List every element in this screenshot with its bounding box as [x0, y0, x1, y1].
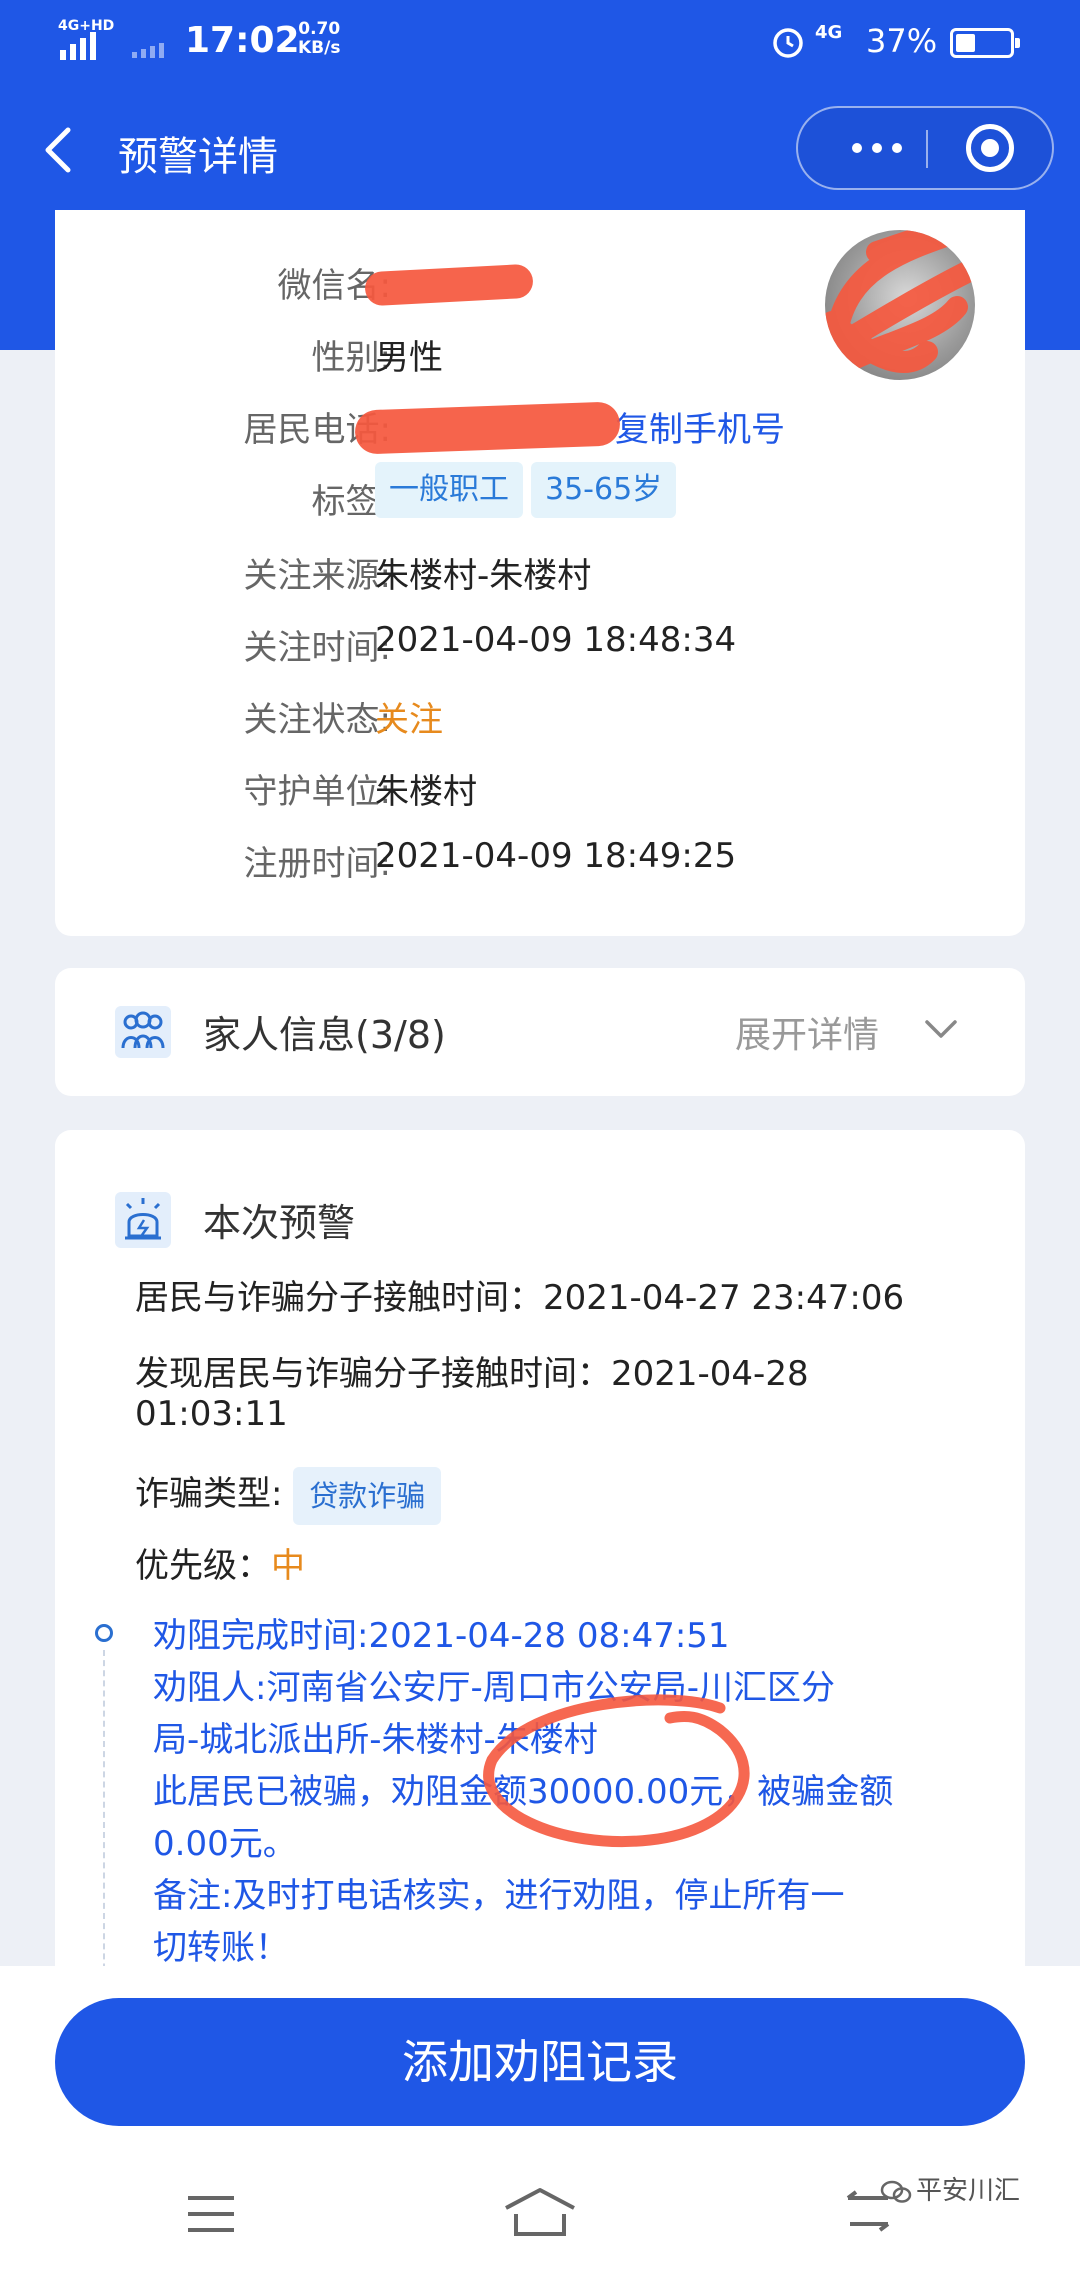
- clock: 17:02: [185, 20, 300, 61]
- tag-list: 一般职工 35-65岁: [375, 462, 684, 518]
- copy-phone-button[interactable]: 复制手机号: [615, 410, 785, 450]
- battery-percent: 37%: [866, 22, 938, 60]
- timeline-item: 备注:及时打电话核实，进行劝阻，停止所有一: [153, 1876, 845, 1916]
- priority-value: 中: [271, 1546, 305, 1586]
- wechat-official-icon: [880, 2180, 912, 2203]
- found-time-line-2: 01:03:11: [135, 1394, 288, 1434]
- timeline-dot: [95, 1624, 113, 1642]
- network-type-2: 4G: [815, 22, 843, 43]
- family-title: 家人信息(3/8): [203, 1013, 446, 1057]
- alert-title: 本次预警: [203, 1201, 356, 1245]
- fraud-type: 诈骗类型: 贷款诈骗: [135, 1466, 442, 1525]
- timeline-item: 0.00元。: [153, 1824, 297, 1864]
- capsule-divider: [926, 130, 928, 168]
- add-dissuasion-record-button[interactable]: 添加劝阻记录: [55, 1998, 1025, 2126]
- redaction-mark: [354, 401, 621, 455]
- watermark: 平安川汇: [880, 2170, 1020, 2207]
- value-phone: 复制手机号: [615, 402, 785, 451]
- row-register-time: 注册时间: 2021-04-09 18:49:25: [243, 836, 737, 884]
- hand-drawn-circle-annotation: [483, 1694, 750, 1847]
- row-follow-time: 关注时间: 2021-04-09 18:48:34: [243, 620, 737, 668]
- value-gender: 男性: [375, 338, 443, 378]
- alarm-icon: [773, 28, 803, 58]
- row-phone: 居民电话: 复制手机号: [55, 394, 1025, 455]
- row-follow-status: 关注状态: 关注: [55, 684, 1025, 744]
- mini-program-capsule: [796, 106, 1054, 190]
- row-follow-source: 关注来源: 朱楼村-朱楼村: [243, 556, 592, 596]
- family-icon: [115, 1006, 171, 1058]
- avatar: [825, 230, 975, 380]
- status-badge: 关注: [375, 700, 443, 740]
- redaction-scribble: [825, 230, 975, 373]
- signal-2-icon: [132, 43, 164, 58]
- row-guard-unit: 守护单位: 朱楼村: [243, 772, 477, 812]
- chevron-down-icon: [925, 1020, 957, 1038]
- timeline-line: [103, 1650, 105, 2010]
- timeline-item: 劝阻完成时间:2021-04-28 08:47:51: [153, 1616, 730, 1656]
- network-speed: 0.70 KB/s: [298, 19, 341, 58]
- tag-item: 一般职工: [375, 462, 523, 518]
- fraud-type-tag: 贷款诈骗: [293, 1466, 442, 1525]
- current-alert-card: 本次预警 居民与诈骗分子接触时间：2021-04-27 23:47:06 发现居…: [55, 1130, 1025, 2010]
- signal-icon: [60, 32, 96, 60]
- status-bar: 4G+HD 17:02 0.70 KB/s 4G 37%: [0, 0, 1080, 90]
- priority: 优先级：中: [135, 1546, 305, 1586]
- tag-item: 35-65岁: [531, 462, 677, 518]
- page-title: 预警详情: [118, 134, 278, 180]
- resident-info-card: 微信名: 性别: 男性 居民电话: 复制手机号 标签: 一般职工 35-65岁 关…: [55, 210, 1025, 936]
- family-info-card[interactable]: 家人信息(3/8) 展开详情: [55, 968, 1025, 1096]
- menu-icon[interactable]: [186, 2194, 236, 2234]
- row-tags: 标签: 一般职工 35-65岁: [55, 462, 1025, 532]
- nav-bar: 预警详情: [0, 100, 1080, 200]
- contact-time: 居民与诈骗分子接触时间：2021-04-27 23:47:06: [135, 1278, 905, 1318]
- home-icon[interactable]: [502, 2186, 578, 2238]
- more-icon[interactable]: [828, 108, 926, 188]
- timeline-item: 切转账！: [153, 1928, 289, 1968]
- close-target-icon[interactable]: [966, 124, 1014, 172]
- battery-icon: [950, 28, 1020, 58]
- back-icon[interactable]: [38, 124, 82, 176]
- expand-details-button[interactable]: 展开详情: [735, 1006, 879, 1058]
- found-time-line-1: 发现居民与诈骗分子接触时间：2021-04-28: [135, 1354, 809, 1394]
- alarm-siren-icon: [115, 1192, 171, 1248]
